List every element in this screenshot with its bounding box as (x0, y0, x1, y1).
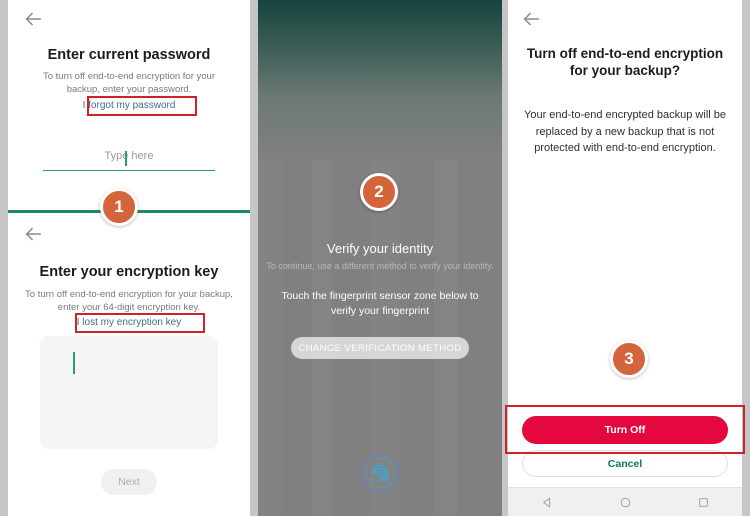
screen-enter-encryption-key: Enter your encryption key To turn off en… (8, 213, 250, 516)
step3-title: Turn off end-to-end encryption for your … (526, 46, 724, 78)
circle-home-icon[interactable] (619, 496, 632, 509)
fingerprint-icon[interactable] (359, 452, 401, 494)
password-input[interactable]: Type here (43, 150, 215, 171)
text-caret (73, 352, 75, 374)
step1b-title: Enter your encryption key (39, 264, 219, 280)
text-caret (125, 151, 127, 166)
step2-instruction: Touch the fingerprint sensor zone below … (281, 290, 479, 317)
step2-subtitle: To continue, use a different method to v… (266, 261, 494, 271)
cancel-button[interactable]: Cancel (522, 450, 728, 477)
step1b-subtitle: To turn off end-to-end encryption for yo… (25, 289, 233, 313)
step3-body: Your end-to-end encrypted backup will be… (524, 109, 727, 154)
back-arrow-icon-step1[interactable] (22, 8, 44, 30)
android-navigation-bar (508, 487, 742, 516)
column-gap-1 (250, 0, 258, 516)
highlight-box-turn-off (505, 405, 745, 454)
triangle-back-icon[interactable] (541, 496, 554, 509)
screenshot-root: Enter current password To turn off end-t… (0, 0, 750, 516)
change-verification-method-button[interactable]: CHANGE VERIFICATION METHOD (291, 337, 469, 359)
highlight-box-lost-encryption-key (75, 313, 205, 333)
password-input-placeholder: Type here (104, 150, 154, 162)
middle-phone-column: Verify your identity To continue, use a … (258, 0, 502, 516)
highlight-box-forgot-password (87, 96, 197, 116)
step1-title: Enter current password (47, 47, 211, 63)
step-badge-2: 2 (360, 173, 398, 211)
next-button[interactable]: Next (101, 469, 157, 495)
step1-subtitle: To turn off end-to-end encryption for yo… (43, 71, 215, 95)
back-arrow-icon-step1b[interactable] (22, 223, 44, 245)
step-badge-3: 3 (610, 340, 648, 378)
square-recents-icon[interactable] (697, 496, 710, 509)
left-edge-strip (0, 0, 8, 516)
left-phone-column: Enter current password To turn off end-t… (8, 0, 250, 516)
back-arrow-icon-step3[interactable] (520, 8, 542, 30)
top-gradient-overlay (258, 0, 502, 160)
step2-title: Verify your identity (326, 241, 434, 256)
step-badge-1: 1 (100, 188, 138, 226)
encryption-key-textarea[interactable] (40, 336, 218, 449)
